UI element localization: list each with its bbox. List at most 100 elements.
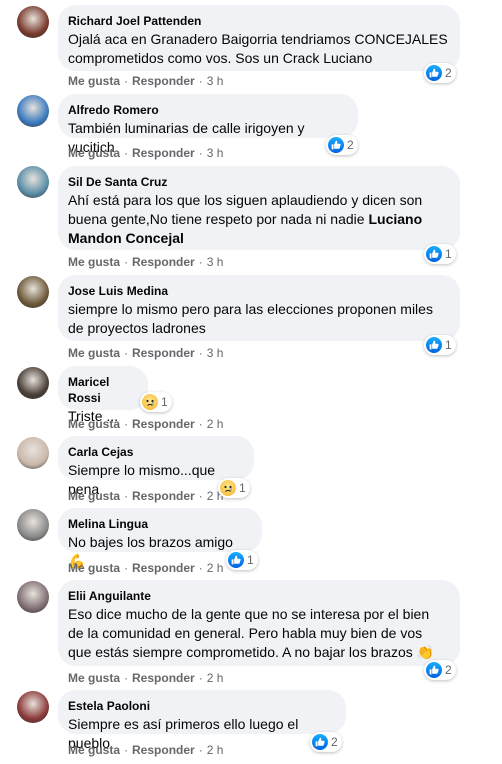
reply-link[interactable]: Responder <box>132 417 195 431</box>
like-link[interactable]: Me gusta <box>68 489 120 503</box>
avatar[interactable] <box>17 95 49 127</box>
avatar[interactable] <box>17 6 49 38</box>
like-link[interactable]: Me gusta <box>68 743 120 757</box>
like-link[interactable]: Me gusta <box>68 346 120 360</box>
separator: · <box>124 743 129 757</box>
reply-link[interactable]: Responder <box>132 74 195 88</box>
comment-body: siempre lo mismo pero para las eleccione… <box>68 301 433 336</box>
separator: · <box>124 417 129 431</box>
avatar[interactable] <box>17 691 49 723</box>
comment-timestamp[interactable]: 3 h <box>207 146 224 160</box>
comment-author[interactable]: Elii Anguilante <box>68 588 448 604</box>
separator: · <box>124 671 129 685</box>
emoji: 👏 <box>416 644 435 660</box>
reply-link[interactable]: Responder <box>132 671 195 685</box>
like-link[interactable]: Me gusta <box>68 561 120 575</box>
comment-timestamp[interactable]: 2 h <box>207 417 224 431</box>
reply-link[interactable]: Responder <box>132 255 195 269</box>
reaction-badge[interactable]: 2 <box>310 732 342 752</box>
like-reaction-icon <box>426 337 442 353</box>
comment-author[interactable]: Carla Cejas <box>68 444 242 460</box>
comment-text: Eso dice mucho de la gente que no se int… <box>68 605 448 662</box>
comment-actions: Me gusta · Responder · 2 h <box>68 488 223 504</box>
reaction-badge[interactable]: 2 <box>424 660 456 680</box>
like-reaction-icon <box>426 65 442 81</box>
reaction-badge[interactable]: 1 <box>226 550 258 570</box>
avatar[interactable] <box>17 581 49 613</box>
comment-author[interactable]: Jose Luis Medina <box>68 283 448 299</box>
comment-bubble: Estela Paoloni Siempre es así primeros el… <box>58 690 346 751</box>
separator: · <box>124 74 129 88</box>
comment-body: Ojalá aca en Granadero Baigorria tendria… <box>68 31 448 66</box>
comment-bubble: Sil De Santa Cruz Ahí está para los que l… <box>58 166 460 250</box>
separator: · <box>198 255 203 269</box>
reaction-badge[interactable]: 2 <box>424 63 456 83</box>
like-link[interactable]: Me gusta <box>68 417 120 431</box>
reply-link[interactable]: Responder <box>132 146 195 160</box>
separator: · <box>198 489 203 503</box>
comment-bubble: Elii Anguilante Eso dice mucho de la gent… <box>58 580 460 666</box>
comment-text: Ojalá aca en Granadero Baigorria tendria… <box>68 30 448 68</box>
separator: · <box>124 346 129 360</box>
like-link[interactable]: Me gusta <box>68 146 120 160</box>
like-reaction-icon <box>228 552 244 568</box>
avatar[interactable] <box>17 166 49 198</box>
comment-bubble: Richard Joel Pattenden Ojalá aca en Grana… <box>58 5 460 71</box>
comment-actions: Me gusta · Responder · 3 h <box>68 73 223 89</box>
like-reaction-icon <box>426 662 442 678</box>
comment-timestamp[interactable]: 3 h <box>207 255 224 269</box>
reaction-badge[interactable]: 1 <box>424 335 456 355</box>
comment-actions: Me gusta · Responder · 3 h <box>68 254 223 270</box>
separator: · <box>124 146 129 160</box>
avatar[interactable] <box>17 276 49 308</box>
separator: · <box>198 743 203 757</box>
like-reaction-icon <box>426 246 442 262</box>
avatar[interactable] <box>17 437 49 469</box>
reaction-badge[interactable]: 1 <box>218 478 250 498</box>
like-reaction-icon <box>328 137 344 153</box>
like-reaction-icon <box>312 734 328 750</box>
comment-author[interactable]: Sil De Santa Cruz <box>68 174 448 190</box>
comment-author[interactable]: Estela Paoloni <box>68 698 334 714</box>
reaction-badge[interactable]: 1 <box>424 244 456 264</box>
comment-timestamp[interactable]: 3 h <box>207 74 224 88</box>
comment-actions: Me gusta · Responder · 2 h <box>68 416 223 432</box>
like-link[interactable]: Me gusta <box>68 255 120 269</box>
like-link[interactable]: Me gusta <box>68 74 120 88</box>
reaction-count: 1 <box>161 395 168 409</box>
comment-bubble: Melina Lingua No bajes los brazos amigo 💪 <box>58 508 262 569</box>
comment-author[interactable]: Alfredo Romero <box>68 102 346 118</box>
comment-body: No bajes los brazos amigo <box>68 534 233 550</box>
comment-timestamp[interactable]: 2 h <box>207 743 224 757</box>
comment-text: Ahí está para los que los siguen aplaudi… <box>68 191 448 248</box>
comment-author[interactable]: Melina Lingua <box>68 516 250 532</box>
separator: · <box>124 489 129 503</box>
comment-bubble: Carla Cejas Siempre lo mismo...que pena <box>58 436 254 497</box>
comment-author[interactable]: Maricel Rossi <box>68 374 136 406</box>
separator: · <box>124 561 129 575</box>
reaction-count: 2 <box>347 138 354 152</box>
sad-reaction-icon <box>220 480 236 496</box>
comment-timestamp[interactable]: 2 h <box>207 561 224 575</box>
comment-actions: Me gusta · Responder · 3 h <box>68 345 223 361</box>
comment-timestamp[interactable]: 2 h <box>207 671 224 685</box>
reply-link[interactable]: Responder <box>132 561 195 575</box>
comment-author[interactable]: Richard Joel Pattenden <box>68 13 448 29</box>
reply-link[interactable]: Responder <box>132 346 195 360</box>
separator: · <box>198 561 203 575</box>
comment-actions: Me gusta · Responder · 3 h <box>68 145 223 161</box>
reaction-count: 2 <box>445 663 452 677</box>
reply-link[interactable]: Responder <box>132 743 195 757</box>
like-link[interactable]: Me gusta <box>68 671 120 685</box>
reply-link[interactable]: Responder <box>132 489 195 503</box>
comment-actions: Me gusta · Responder · 2 h <box>68 742 223 758</box>
avatar[interactable] <box>17 367 49 399</box>
comment-text: siempre lo mismo pero para las eleccione… <box>68 300 448 338</box>
comment-timestamp[interactable]: 3 h <box>207 346 224 360</box>
reaction-badge[interactable]: 1 <box>140 392 172 412</box>
avatar[interactable] <box>17 509 49 541</box>
sad-reaction-icon <box>142 394 158 410</box>
separator: · <box>198 671 203 685</box>
reaction-badge[interactable]: 2 <box>326 135 358 155</box>
reaction-count: 1 <box>445 247 452 261</box>
